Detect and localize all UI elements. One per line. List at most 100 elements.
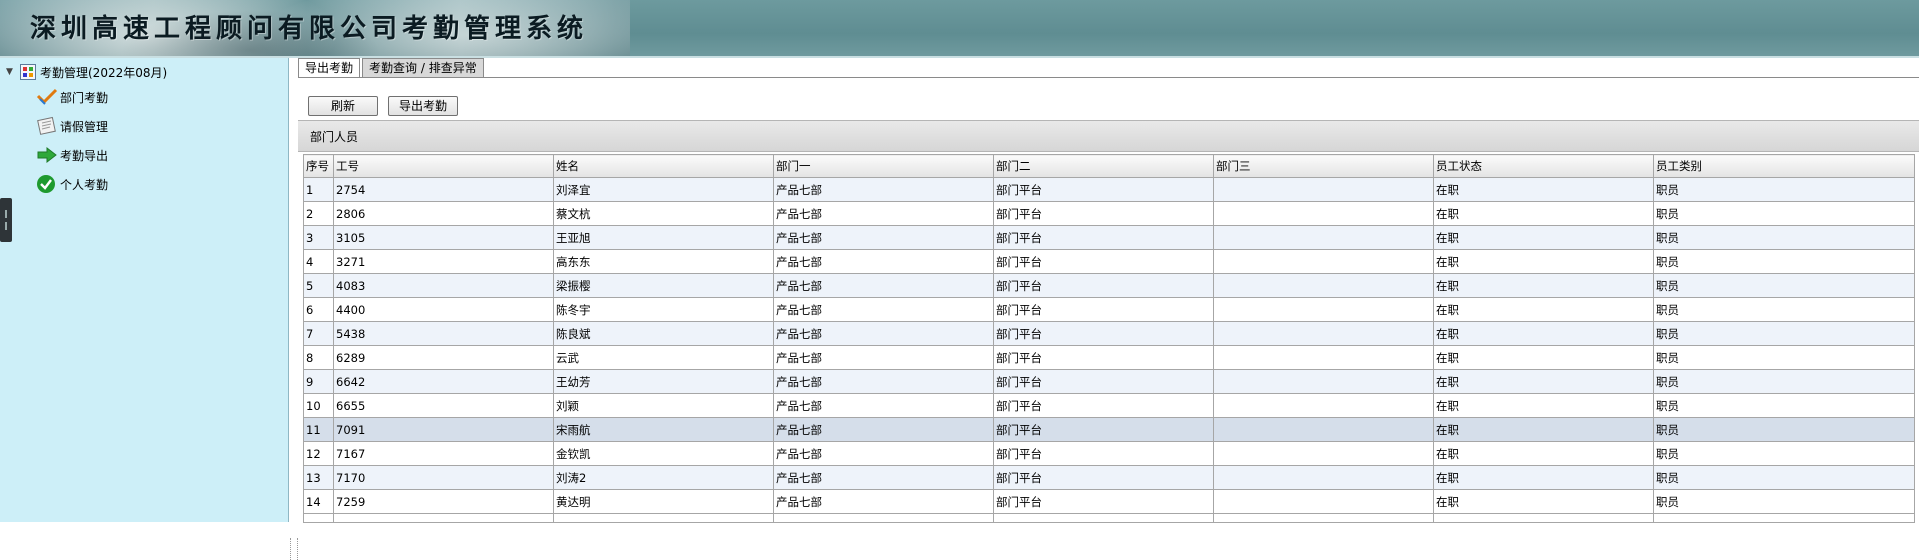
table-cell: 陈良斌 [553,321,774,346]
table-cell: 6642 [333,369,554,394]
table-cell: 产品七部 [773,393,994,418]
tree-root-node[interactable]: ▼ 考勤管理(2022年08月) [6,62,167,82]
sidebar-item-attendance-export[interactable]: 考勤导出 [36,143,108,167]
table-cell: 部门平台 [993,225,1214,250]
table-cell [1213,393,1434,418]
app-title: 深圳高速工程顾问有限公司考勤管理系统 [30,14,589,44]
table-cell [1213,321,1434,346]
table-cell: 产品七部 [773,441,994,466]
table-cell: 3105 [333,225,554,250]
sidebar-item-label: 部门考勤 [60,90,109,105]
table-cell: 在职 [1433,345,1654,370]
table-cell: 陈冬宇 [553,297,774,322]
table-cell: 1 [303,177,334,202]
column-header[interactable]: 部门一 [773,154,994,178]
table-cell: 4400 [333,297,554,322]
column-header[interactable]: 员工状态 [1433,154,1654,178]
table-row[interactable]: 6 4400 陈冬宇 产品七部 部门平台 在职 职员 [303,297,1915,322]
table-cell: 黄达明 [553,489,774,514]
table-row[interactable]: 12 7167 金钦凯 产品七部 部门平台 在职 职员 [303,441,1915,466]
table-cell [1213,369,1434,394]
column-header[interactable]: 部门二 [993,154,1214,178]
table-cell: 部门平台 [993,441,1214,466]
table-cell: 部门平台 [993,465,1214,490]
employee-table: 序号 工号 姓名 部门一 部门二 部门三 员工状态 员工类别 1 2754 刘泽宜 产品七部 部门平台… [303,154,1915,523]
table-row[interactable]: 11 7091 宋雨航 产品七部 部门平台 在职 职员 [303,417,1915,442]
table-cell: 在职 [1433,393,1654,418]
table-cell: 在职 [1433,177,1654,202]
main-content: 导出考勤 考勤查询 / 排查异常 刷新 导出考勤 部门人员 序号 工号 姓名 部门一部… [298,58,1919,523]
tree-root-label: 考勤管理(2022年08月) [40,65,168,80]
sidebar-item-personal-attendance[interactable]: 个人考勤 [36,172,108,196]
section-title: 部门人员 [310,130,359,144]
table-cell: 云武 [553,345,774,370]
table-cell: 产品七部 [773,465,994,490]
table-cell: 职员 [1653,369,1915,394]
table-cell: 职员 [1653,225,1915,250]
app-header: 深圳高速工程顾问有限公司考勤管理系统 [0,0,1919,58]
column-header[interactable]: 姓名 [553,154,774,178]
table-row[interactable]: 10 6655 刘颖 产品七部 部门平台 在职 职员 [303,393,1915,418]
table-cell: 职员 [1653,273,1915,298]
table-row[interactable]: 7 5438 陈良斌 产品七部 部门平台 在职 职员 [303,321,1915,346]
table-cell: 产品七部 [773,345,994,370]
table-cell [1213,273,1434,298]
table-row[interactable] [303,513,1915,523]
tab-divider [298,77,1919,78]
table-row[interactable]: 2 2806 蔡文杭 产品七部 部门平台 在职 职员 [303,201,1915,226]
expand-caret-icon[interactable]: ▼ [6,67,16,77]
table-cell: 产品七部 [773,417,994,442]
column-header[interactable]: 序号 [303,154,334,178]
sidebar-tree: ▼ 考勤管理(2022年08月) 部门考勤 请假管理 考勤导出 个人考勤 [0,58,298,560]
sidebar-item-leave-management[interactable]: 请假管理 [36,114,108,138]
table-cell: 职员 [1653,177,1915,202]
table-cell [303,513,334,523]
table-cell: 在职 [1433,417,1654,442]
table-row[interactable]: 14 7259 黄达明 产品七部 部门平台 在职 职员 [303,489,1915,514]
table-cell [1213,417,1434,442]
sidebar-item-department-attendance[interactable]: 部门考勤 [36,85,108,109]
table-cell: 部门平台 [993,321,1214,346]
table-cell: 11 [303,417,334,442]
table-cell [1433,513,1654,523]
table-cell: 部门平台 [993,489,1214,514]
table-cell: 职员 [1653,417,1915,442]
module-grid-icon [20,64,36,80]
table-row[interactable]: 13 7170 刘涛2 产品七部 部门平台 在职 职员 [303,465,1915,490]
sidebar-item-label: 个人考勤 [60,177,109,192]
table-cell: 在职 [1433,369,1654,394]
table-cell: 职员 [1653,465,1915,490]
table-cell: 2806 [333,201,554,226]
table-cell [553,513,774,523]
table-cell: 职员 [1653,393,1915,418]
table-cell: 10 [303,393,334,418]
table-cell: 5438 [333,321,554,346]
table-cell: 部门平台 [993,369,1214,394]
table-cell: 部门平台 [993,345,1214,370]
table-cell: 3271 [333,249,554,274]
table-cell: 2754 [333,177,554,202]
column-header[interactable]: 部门三 [1213,154,1434,178]
table-row[interactable]: 1 2754 刘泽宜 产品七部 部门平台 在职 职员 [303,177,1915,202]
column-header[interactable]: 工号 [333,154,554,178]
table-cell: 部门平台 [993,201,1214,226]
export-attendance-button[interactable]: 导出考勤 [388,96,458,116]
table-row[interactable]: 3 3105 王亚旭 产品七部 部门平台 在职 职员 [303,225,1915,250]
table-cell: 7259 [333,489,554,514]
table-row[interactable]: 5 4083 梁振樱 产品七部 部门平台 在职 职员 [303,273,1915,298]
collapse-sidebar-handle[interactable] [0,198,12,242]
table-cell: 产品七部 [773,297,994,322]
table-cell: 3 [303,225,334,250]
refresh-button[interactable]: 刷新 [308,96,378,116]
table-cell: 14 [303,489,334,514]
tab-attendance-query[interactable]: 考勤查询 / 排查异常 [362,58,484,77]
column-header[interactable]: 员工类别 [1653,154,1915,178]
table-cell [1213,345,1434,370]
table-row[interactable]: 8 6289 云武 产品七部 部门平台 在职 职员 [303,345,1915,370]
table-cell: 宋雨航 [553,417,774,442]
tab-export-attendance[interactable]: 导出考勤 [298,58,361,78]
resize-grip[interactable] [290,538,298,560]
sidebar-item-label: 考勤导出 [60,148,109,163]
table-row[interactable]: 9 6642 王幼芳 产品七部 部门平台 在职 职员 [303,369,1915,394]
table-row[interactable]: 4 3271 高东东 产品七部 部门平台 在职 职员 [303,249,1915,274]
